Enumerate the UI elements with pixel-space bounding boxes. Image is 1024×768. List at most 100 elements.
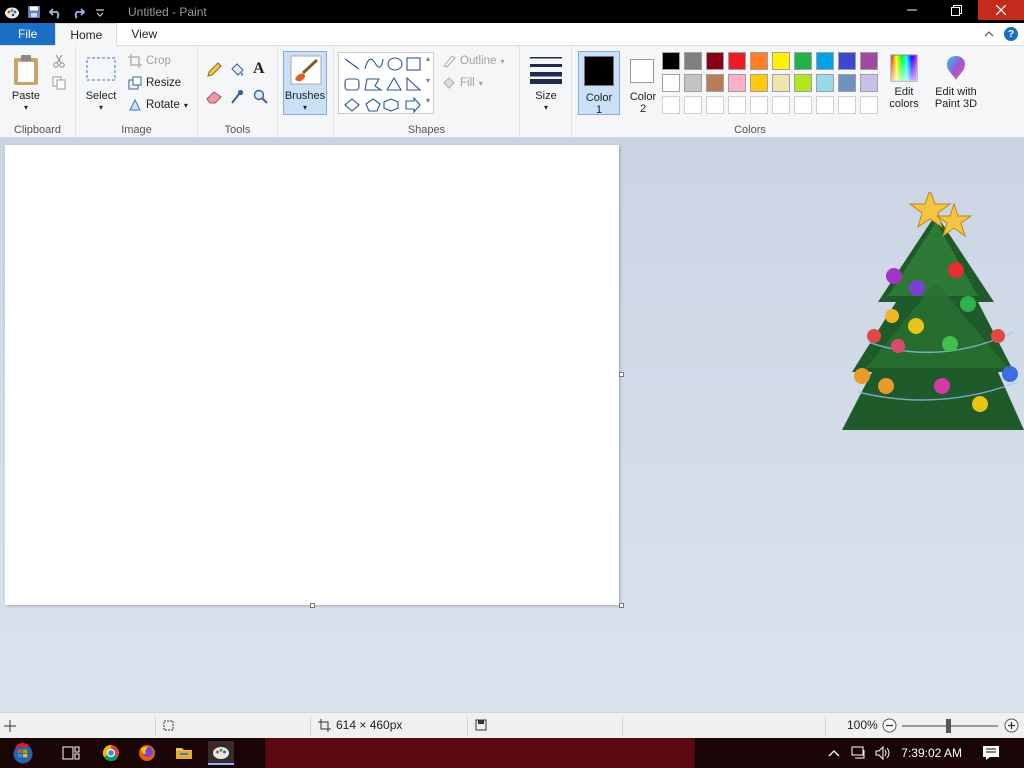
arrow-shape-icon[interactable] — [405, 96, 421, 114]
custom-color-slot[interactable] — [838, 96, 856, 114]
custom-color-slot[interactable] — [860, 96, 878, 114]
pencil-icon[interactable] — [206, 62, 222, 78]
oval-shape-icon[interactable] — [387, 57, 403, 71]
palette-swatch[interactable] — [794, 74, 812, 92]
magnifier-icon[interactable] — [253, 89, 269, 105]
drawing-canvas[interactable] — [5, 145, 619, 605]
taskbar-clock[interactable]: 7:39:02 AM — [901, 738, 962, 768]
edit-colors-button[interactable]: Edit colors — [884, 54, 924, 110]
task-view-button[interactable] — [58, 741, 84, 765]
start-button[interactable] — [10, 741, 36, 765]
triangle-shape-icon[interactable] — [386, 76, 402, 91]
tab-home[interactable]: Home — [55, 23, 118, 46]
palette-swatch[interactable] — [728, 74, 746, 92]
show-hidden-icons-icon[interactable] — [828, 748, 840, 758]
shapes-scroll-up[interactable]: ▴ — [426, 54, 430, 63]
close-button[interactable] — [978, 0, 1024, 20]
custom-color-slot[interactable] — [728, 96, 746, 114]
palette-swatch[interactable] — [662, 74, 680, 92]
palette-swatch[interactable] — [816, 74, 834, 92]
select-button[interactable]: Select ▾ — [82, 56, 120, 114]
zoom-in-button[interactable] — [1004, 718, 1019, 733]
diamond-shape-icon[interactable] — [344, 98, 360, 112]
tab-view[interactable]: View — [117, 23, 171, 45]
edit-with-paint3d-button[interactable]: Edit with Paint 3D — [928, 54, 984, 110]
network-icon[interactable] — [850, 745, 868, 761]
pentagon-shape-icon[interactable] — [365, 98, 381, 112]
shapes-more[interactable]: ▾ — [426, 96, 430, 105]
custom-color-slot[interactable] — [684, 96, 702, 114]
save-icon[interactable] — [24, 2, 44, 22]
maximize-button[interactable] — [934, 0, 978, 20]
help-icon[interactable]: ? — [1004, 27, 1018, 41]
taskbar-file-explorer[interactable] — [171, 741, 197, 765]
notification-center-icon[interactable] — [982, 745, 1000, 761]
canvas-size-readout: 614 × 460px — [336, 718, 403, 732]
curve-shape-icon[interactable] — [364, 58, 384, 70]
line-shape-icon[interactable] — [344, 58, 360, 70]
palette-swatch[interactable] — [684, 52, 702, 70]
cursor-position-icon — [4, 720, 16, 732]
palette-swatch[interactable] — [662, 52, 680, 70]
palette-swatch[interactable] — [728, 52, 746, 70]
custom-color-slot[interactable] — [662, 96, 680, 114]
palette-swatch[interactable] — [860, 74, 878, 92]
taskbar-paint[interactable] — [208, 741, 234, 765]
custom-color-slot[interactable] — [706, 96, 724, 114]
custom-color-slot[interactable] — [794, 96, 812, 114]
fill-button[interactable]: Fill ▾ — [442, 76, 483, 90]
right-triangle-shape-icon[interactable] — [406, 76, 422, 91]
palette-swatch[interactable] — [838, 74, 856, 92]
text-tool-icon[interactable]: A — [253, 60, 265, 78]
rotate-button[interactable]: Rotate ▾ — [128, 98, 188, 112]
tab-file[interactable]: File — [0, 23, 56, 45]
minimize-button[interactable] — [890, 0, 934, 20]
canvas-resize-handle-right[interactable] — [619, 372, 624, 377]
rounded-rectangle-shape-icon[interactable] — [344, 78, 360, 91]
palette-swatch[interactable] — [684, 74, 702, 92]
collapse-ribbon-icon[interactable] — [984, 29, 994, 39]
paste-button[interactable]: Paste ▾ — [8, 54, 44, 114]
color1-button[interactable]: Color 1 — [578, 51, 620, 116]
custom-color-slot[interactable] — [772, 96, 790, 114]
paint-app-icon[interactable] — [2, 2, 22, 22]
zoom-out-button[interactable] — [882, 718, 897, 733]
rectangle-shape-icon[interactable] — [406, 57, 421, 71]
zoom-slider-thumb[interactable] — [946, 719, 951, 733]
canvas-resize-handle-corner[interactable] — [619, 603, 624, 608]
palette-swatch[interactable] — [838, 52, 856, 70]
palette-swatch[interactable] — [706, 74, 724, 92]
volume-icon[interactable] — [874, 745, 892, 761]
taskbar-firefox[interactable] — [134, 741, 160, 765]
copy-icon[interactable] — [52, 76, 66, 90]
folder-icon — [176, 748, 192, 759]
customize-toolbar-icon[interactable] — [90, 2, 110, 22]
palette-swatch[interactable] — [772, 74, 790, 92]
palette-swatch[interactable] — [772, 52, 790, 70]
palette-swatch[interactable] — [816, 52, 834, 70]
palette-swatch[interactable] — [860, 52, 878, 70]
hexagon-shape-icon[interactable] — [383, 98, 399, 112]
palette-swatch[interactable] — [750, 74, 768, 92]
outline-button[interactable]: Outline ▾ — [442, 54, 504, 68]
redo-icon[interactable] — [68, 2, 88, 22]
color2-button[interactable]: Color 2 — [623, 51, 663, 115]
size-button[interactable]: Size ▾ — [526, 54, 566, 114]
crop-button[interactable]: Crop — [128, 54, 171, 68]
eraser-icon[interactable] — [206, 90, 222, 104]
shapes-scroll-down[interactable]: ▾ — [426, 76, 430, 85]
custom-color-slot[interactable] — [816, 96, 834, 114]
custom-color-slot[interactable] — [750, 96, 768, 114]
fill-bucket-icon[interactable] — [229, 62, 245, 78]
resize-button[interactable]: Resize — [128, 76, 181, 90]
undo-icon[interactable] — [46, 2, 66, 22]
taskbar-chrome[interactable] — [98, 741, 124, 765]
palette-swatch[interactable] — [750, 52, 768, 70]
canvas-resize-handle-bottom[interactable] — [310, 603, 315, 608]
polygon-shape-icon[interactable] — [364, 78, 383, 91]
palette-swatch[interactable] — [794, 52, 812, 70]
color-picker-icon[interactable] — [230, 89, 244, 105]
cut-icon[interactable] — [52, 54, 66, 68]
palette-swatch[interactable] — [706, 52, 724, 70]
brushes-button[interactable]: Brushes ▾ — [283, 51, 327, 115]
